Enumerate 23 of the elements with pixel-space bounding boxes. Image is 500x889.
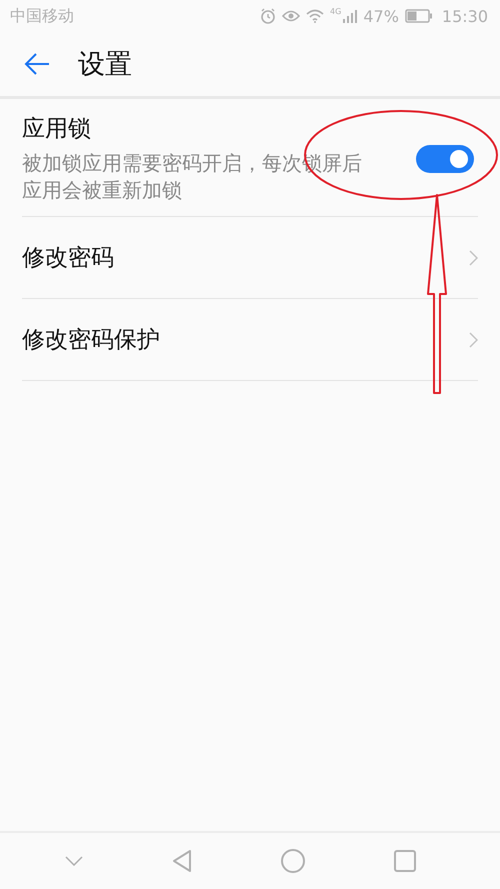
back-icon[interactable]: [172, 849, 192, 873]
home-icon[interactable]: [280, 849, 304, 873]
wifi-icon: [306, 9, 324, 23]
chevron-right-icon: [469, 332, 478, 348]
alarm-icon: [260, 8, 276, 24]
network-label: 4G: [330, 7, 342, 16]
carrier-name: 中国移动: [10, 6, 74, 26]
clock-time: 15:30: [442, 6, 488, 26]
battery-icon: [404, 9, 432, 23]
eye-icon: [282, 9, 300, 23]
setting-title: 修改密码: [22, 244, 115, 273]
chevron-down-icon[interactable]: [64, 856, 82, 866]
battery-percent: 47%: [363, 6, 399, 26]
signal-icon: [343, 9, 358, 23]
settings-item[interactable]: 修改密码: [22, 217, 478, 299]
recents-icon[interactable]: [394, 850, 416, 872]
setting-title: 应用锁: [22, 115, 92, 144]
settings-item[interactable]: 修改密码保护: [22, 299, 478, 381]
page-title: 设置: [78, 48, 132, 82]
toggle-switch[interactable]: [416, 144, 474, 172]
setting-title: 修改密码保护: [22, 326, 161, 355]
back-arrow-icon[interactable]: [24, 53, 50, 75]
chevron-right-icon: [469, 250, 478, 266]
